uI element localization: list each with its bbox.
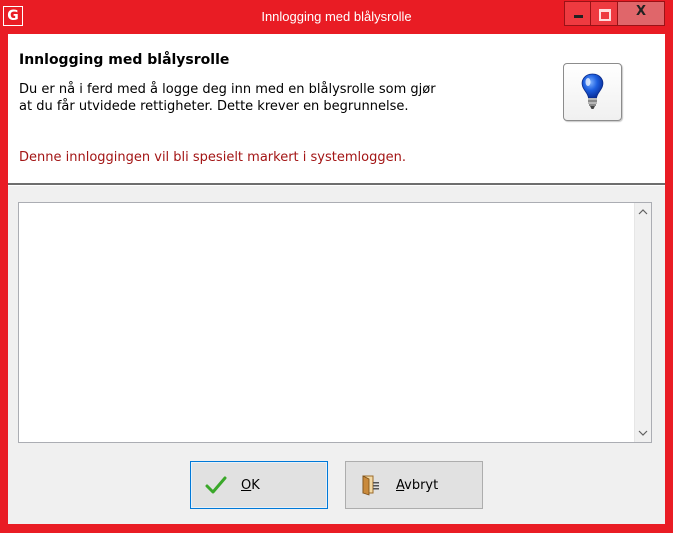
close-icon: X (635, 4, 647, 19)
cancel-button-label: Avbryt (396, 477, 439, 493)
dialog-heading: Innlogging med blålysrolle (19, 52, 230, 68)
scroll-up-arrow-icon[interactable] (635, 203, 651, 220)
maximize-button[interactable] (591, 1, 618, 26)
window-controls: X (564, 1, 665, 26)
checkmark-icon (205, 474, 227, 496)
blue-lightbulb-icon (563, 63, 622, 121)
dialog-description: Du er nå i ferd med å logge deg inn med … (19, 81, 559, 115)
description-line-2: at du får utvidede rettigheter. Dette kr… (19, 99, 409, 114)
body-panel: OK Avbryt (8, 186, 665, 524)
ok-button[interactable]: OK (190, 461, 328, 509)
maximize-icon (599, 9, 611, 21)
vertical-scrollbar[interactable] (634, 203, 651, 442)
minimize-icon (574, 15, 583, 18)
title-bar[interactable]: G Innlogging med blålysrolle X (0, 0, 673, 34)
minimize-button[interactable] (564, 1, 591, 26)
close-button[interactable]: X (618, 1, 665, 26)
description-line-1: Du er nå i ferd med å logge deg inn med … (19, 82, 436, 97)
cancel-button[interactable]: Avbryt (345, 461, 483, 509)
warning-message: Denne innloggingen vil bli spesielt mark… (19, 150, 406, 165)
header-panel: Innlogging med blålysrolle Du er nå i fe… (8, 34, 665, 183)
reason-textarea[interactable] (18, 202, 652, 443)
door-exit-icon (360, 474, 382, 496)
ok-button-label: OK (241, 477, 260, 493)
scroll-down-arrow-icon[interactable] (635, 425, 651, 442)
dialog-window: G Innlogging med blålysrolle X Innloggin… (0, 0, 673, 533)
